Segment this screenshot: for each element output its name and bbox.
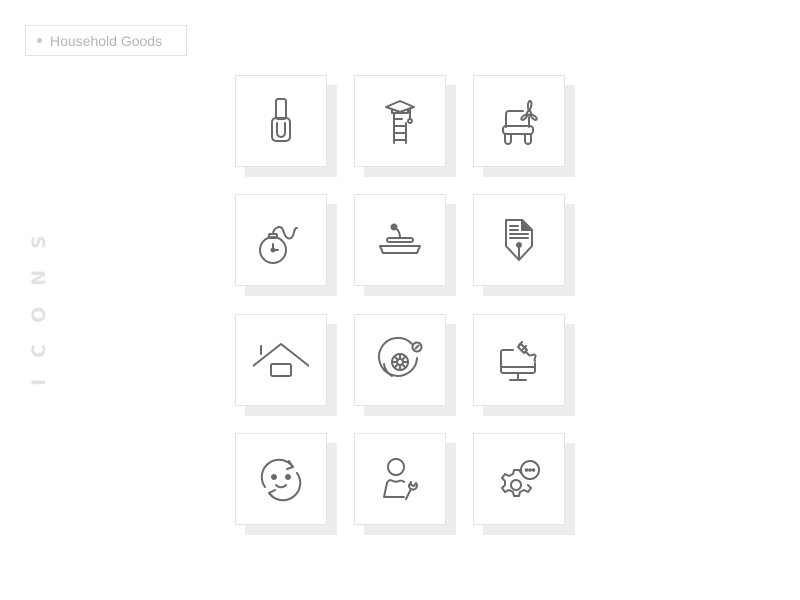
card-face: [473, 194, 565, 286]
nail-polish-icon: [271, 98, 291, 142]
side-title-text: ICONS: [28, 214, 51, 386]
card-face: [354, 314, 446, 406]
icon-card-brake-disc[interactable]: [354, 314, 456, 416]
document-pen-icon: [505, 219, 533, 261]
card-face: [235, 75, 327, 167]
chair-fan-icon: [502, 100, 538, 145]
stopwatch-rope-icon: [259, 226, 298, 264]
icon-card-graduation-ladder[interactable]: [354, 75, 456, 177]
icon-card-stopwatch[interactable]: [235, 194, 337, 296]
icon-card-face-refresh[interactable]: [235, 433, 337, 535]
card-face: [473, 433, 565, 525]
icon-card-chair-fan[interactable]: [473, 75, 575, 177]
card-face: [354, 194, 446, 286]
icon-card-gear-chat[interactable]: [473, 433, 575, 535]
side-title: ICONS: [28, 210, 50, 390]
house-roof-icon: [253, 343, 309, 377]
icon-card-house[interactable]: [235, 314, 337, 416]
gear-chat-icon: [501, 460, 540, 497]
face-refresh-icon: [260, 458, 302, 502]
card-face: [473, 75, 565, 167]
monitor-plug-icon: [500, 341, 537, 381]
card-face: [354, 75, 446, 167]
icon-card-document-pen[interactable]: [473, 194, 575, 296]
icon-card-monitor-plug[interactable]: [473, 314, 575, 416]
brake-disc-icon: [378, 336, 423, 377]
card-face: [235, 314, 327, 406]
card-face: [354, 433, 446, 525]
icon-card-serving-tray[interactable]: [354, 194, 456, 296]
user-wrench-icon: [383, 458, 418, 500]
icon-card-user-wrench[interactable]: [354, 433, 456, 535]
serving-tray-icon: [379, 223, 421, 254]
graduation-ladder-icon: [385, 100, 415, 144]
category-tag-label: Household Goods: [50, 32, 163, 49]
card-face: [235, 433, 327, 525]
icon-card-nail-polish[interactable]: [235, 75, 337, 177]
category-tag[interactable]: Household Goods: [25, 25, 187, 56]
bullet-icon: [37, 38, 42, 43]
card-face: [473, 314, 565, 406]
card-face: [235, 194, 327, 286]
